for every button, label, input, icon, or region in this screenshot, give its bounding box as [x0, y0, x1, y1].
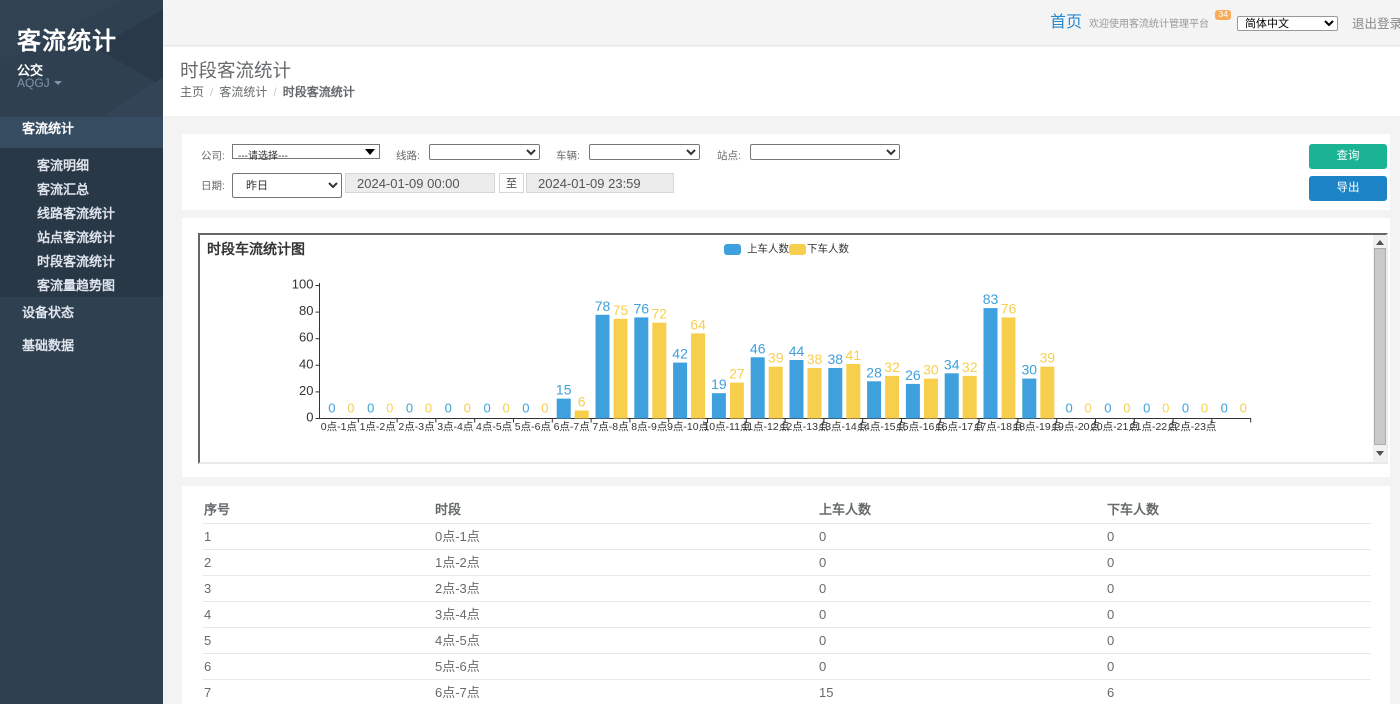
svg-text:0: 0	[367, 401, 374, 416]
svg-text:27: 27	[729, 366, 745, 382]
svg-text:0: 0	[502, 401, 509, 416]
svg-text:80: 80	[299, 303, 313, 318]
svg-text:3点-4点: 3点-4点	[437, 421, 473, 433]
svg-text:0点-1点: 0点-1点	[321, 421, 357, 433]
svg-text:40: 40	[299, 356, 313, 371]
svg-text:39: 39	[768, 350, 784, 366]
svg-text:6点-7点: 6点-7点	[554, 421, 590, 433]
svg-text:0: 0	[1182, 401, 1189, 416]
svg-text:76: 76	[1001, 300, 1017, 316]
svg-text:1点-2点: 1点-2点	[360, 421, 396, 433]
svg-text:19: 19	[711, 376, 727, 392]
svg-text:38: 38	[828, 351, 844, 367]
svg-text:0: 0	[406, 401, 413, 416]
svg-text:0: 0	[522, 401, 529, 416]
svg-text:4点-5点: 4点-5点	[476, 421, 512, 433]
svg-text:44: 44	[789, 343, 805, 359]
svg-text:60: 60	[299, 330, 313, 345]
svg-text:30: 30	[923, 362, 939, 378]
svg-text:32: 32	[884, 359, 900, 375]
svg-text:8点-9点: 8点-9点	[631, 421, 667, 433]
svg-text:2点-3点: 2点-3点	[398, 421, 434, 433]
svg-text:0: 0	[1221, 401, 1228, 416]
svg-text:42: 42	[672, 346, 688, 362]
svg-text:100: 100	[292, 277, 314, 292]
svg-text:0: 0	[425, 401, 432, 416]
svg-text:0: 0	[1162, 401, 1169, 416]
svg-text:0: 0	[1123, 401, 1130, 416]
svg-text:0: 0	[1104, 401, 1111, 416]
svg-text:38: 38	[807, 351, 823, 367]
svg-text:0: 0	[445, 401, 452, 416]
svg-text:28: 28	[866, 364, 882, 380]
svg-text:34: 34	[944, 356, 960, 372]
svg-text:76: 76	[634, 300, 650, 316]
svg-text:0: 0	[328, 401, 335, 416]
svg-text:6: 6	[578, 394, 586, 410]
svg-text:46: 46	[750, 340, 766, 356]
svg-text:32: 32	[962, 359, 978, 375]
svg-text:7点-8点: 7点-8点	[592, 421, 628, 433]
svg-text:20: 20	[299, 383, 313, 398]
svg-text:0: 0	[1143, 401, 1150, 416]
svg-text:15: 15	[556, 382, 572, 398]
svg-text:26: 26	[905, 367, 921, 383]
svg-text:0: 0	[464, 401, 471, 416]
svg-text:75: 75	[613, 302, 629, 318]
svg-text:0: 0	[1240, 401, 1247, 416]
svg-text:30: 30	[1022, 362, 1038, 378]
svg-text:0: 0	[483, 401, 490, 416]
svg-text:0: 0	[306, 410, 313, 425]
svg-text:22点-23点: 22点-23点	[1169, 421, 1217, 433]
svg-text:39: 39	[1040, 350, 1056, 366]
svg-text:0: 0	[386, 401, 393, 416]
svg-text:41: 41	[846, 347, 862, 363]
svg-text:83: 83	[983, 291, 999, 307]
svg-text:0: 0	[1084, 401, 1091, 416]
svg-text:0: 0	[541, 401, 548, 416]
svg-text:0: 0	[347, 401, 354, 416]
svg-text:5点-6点: 5点-6点	[515, 421, 551, 433]
svg-text:78: 78	[595, 298, 611, 314]
svg-text:72: 72	[652, 306, 668, 322]
svg-text:0: 0	[1201, 401, 1208, 416]
svg-text:64: 64	[690, 316, 706, 332]
svg-text:0: 0	[1065, 401, 1072, 416]
